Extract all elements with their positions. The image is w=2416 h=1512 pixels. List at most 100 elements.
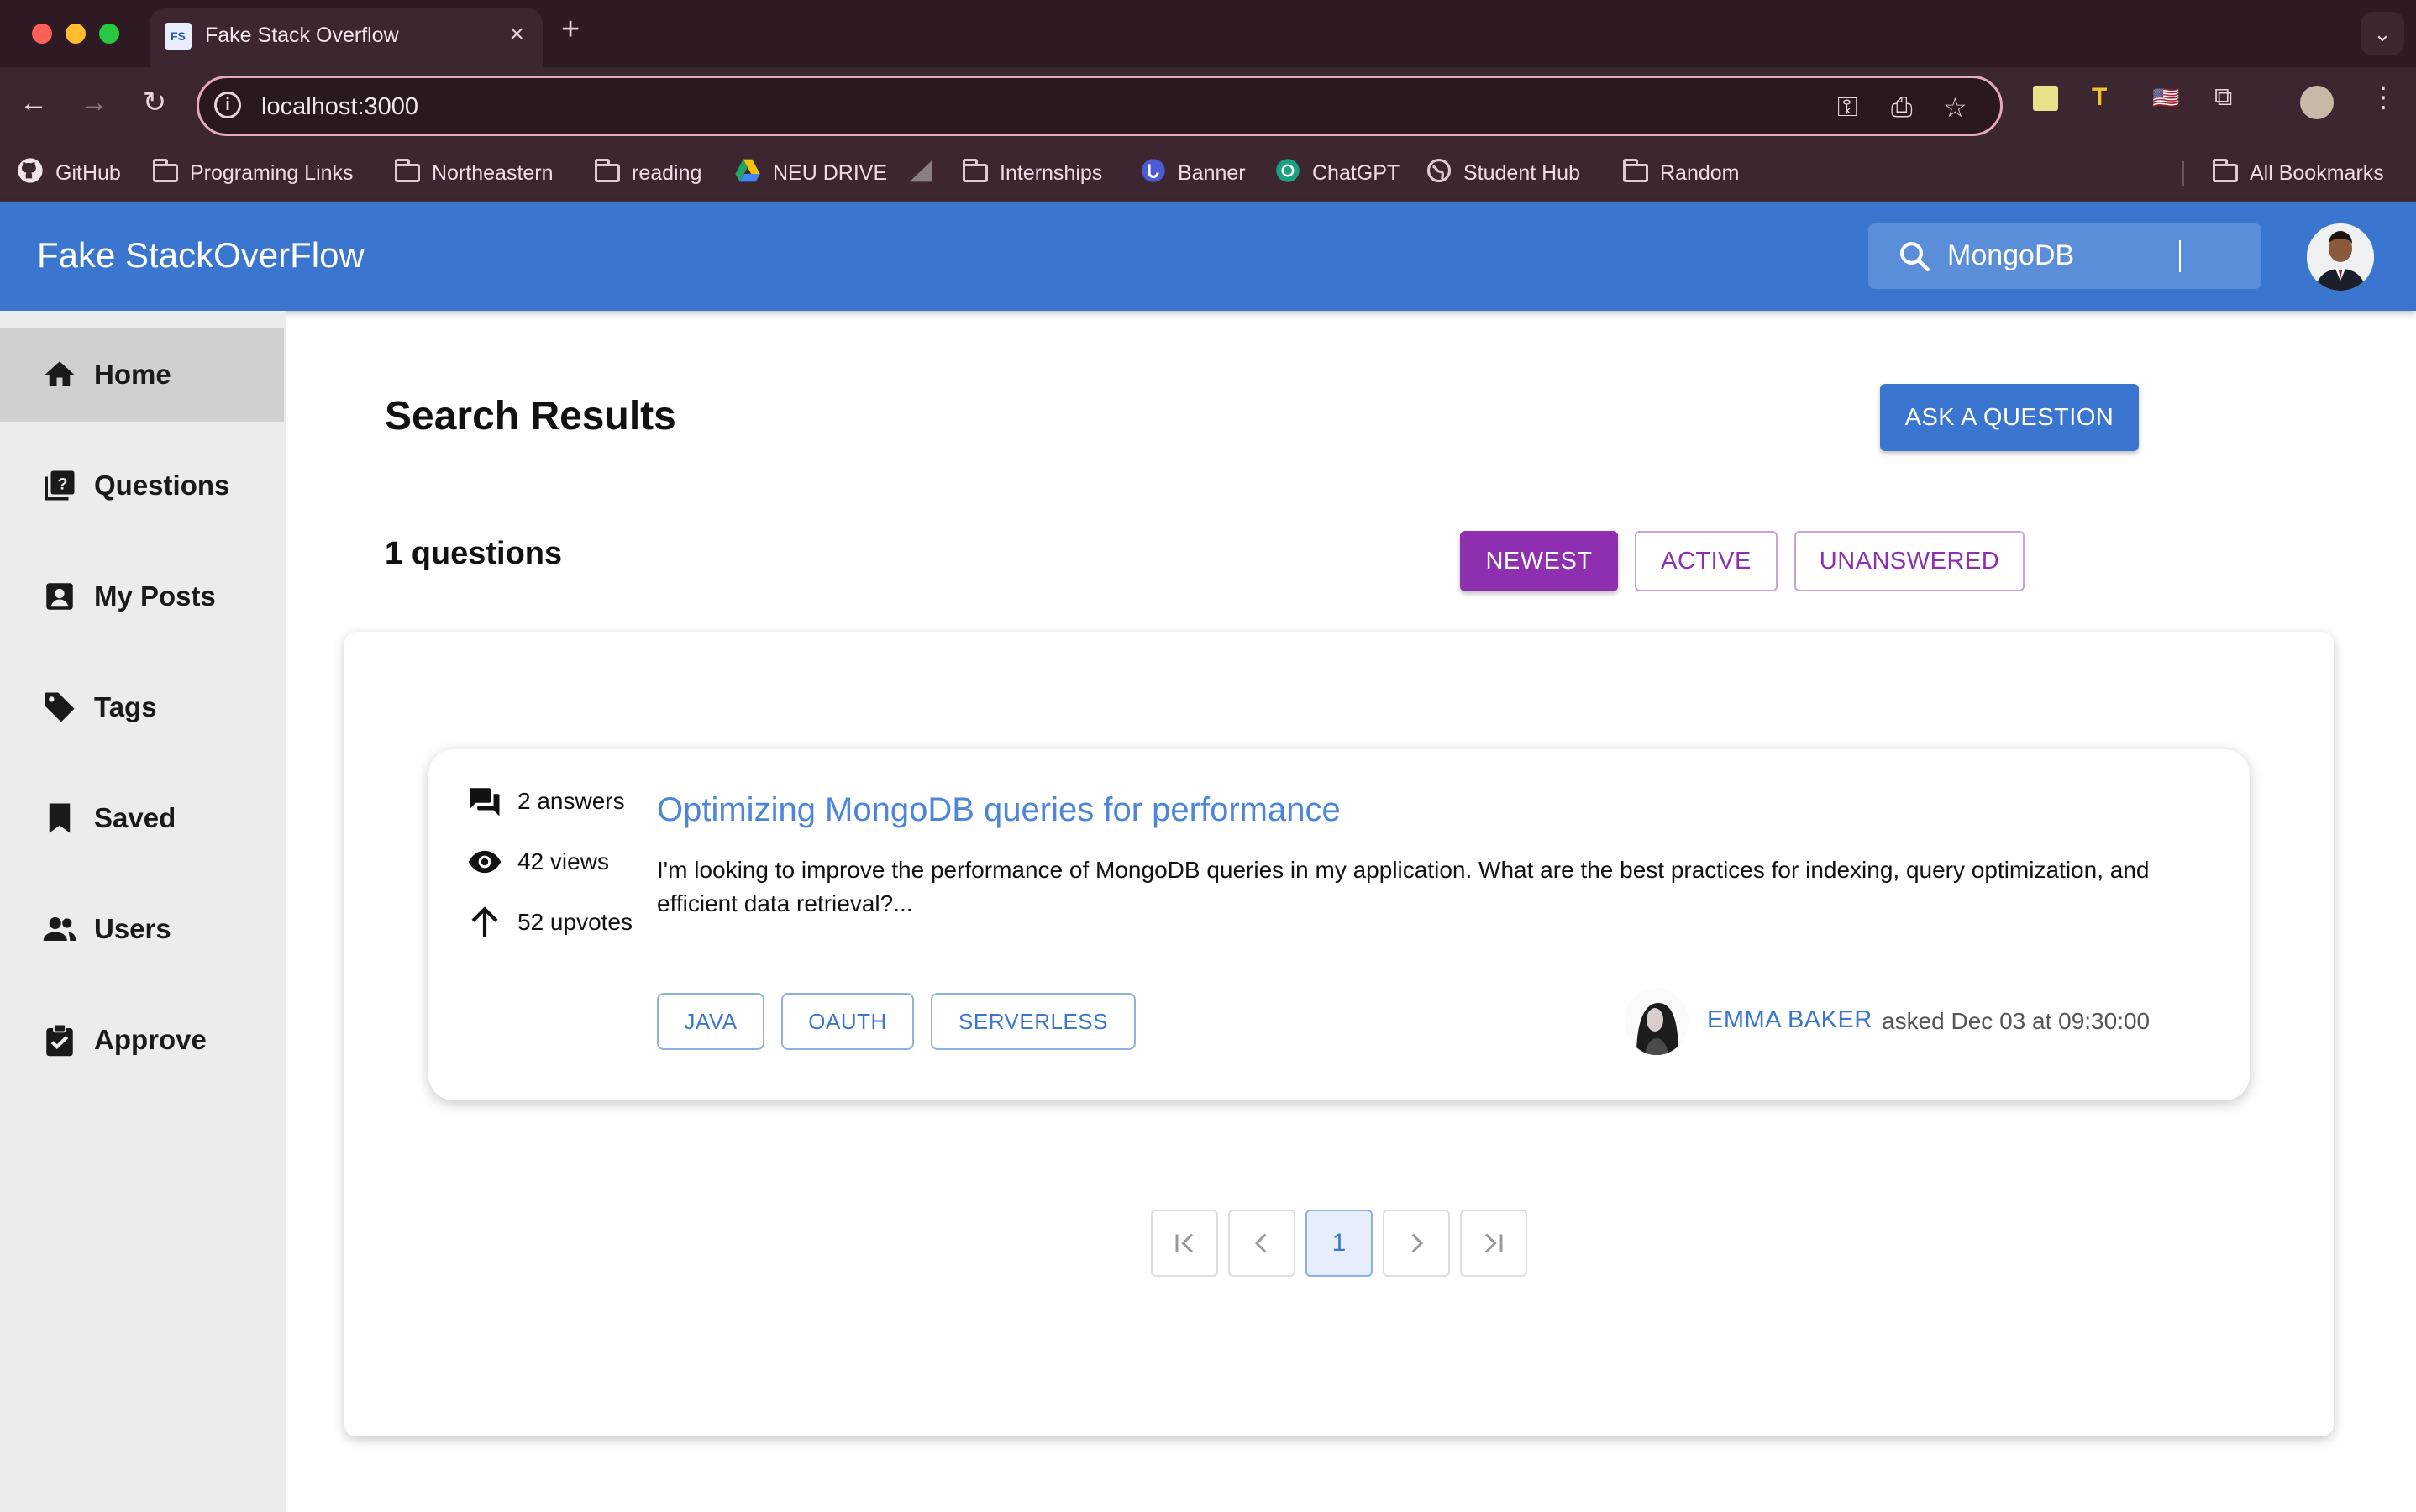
tab-close-icon[interactable]: × [509, 20, 524, 49]
bookmark-github[interactable]: GitHub [17, 156, 121, 190]
notes-extension-icon[interactable] [2033, 86, 2058, 111]
last-page-button[interactable] [1460, 1210, 1527, 1277]
chevron-left-icon [1254, 1233, 1267, 1253]
page-title: Search Results [385, 394, 676, 438]
profile-avatar-icon[interactable] [2300, 86, 2334, 119]
sidebar-item-home[interactable]: Home [0, 328, 284, 422]
sidebar-item-questions[interactable]: ? Questions [0, 438, 284, 533]
sidebar-item-label: Approve [94, 1024, 207, 1055]
sidebar-item-label: My Posts [94, 580, 216, 612]
reload-icon[interactable]: ↻ [136, 84, 173, 121]
banner-icon [1141, 158, 1166, 189]
bookmark-neu-drive[interactable]: NEU DRIVE [734, 156, 887, 190]
my-posts-icon [46, 583, 73, 610]
search-box[interactable] [1868, 223, 2261, 289]
sort-active-button[interactable]: ACTIVE [1635, 531, 1778, 591]
asked-timestamp: asked Dec 03 at 09:30:00 [1882, 1008, 2151, 1034]
sidebar-item-saved[interactable]: Saved [0, 771, 284, 865]
next-page-button[interactable] [1383, 1210, 1450, 1277]
app-title[interactable]: Fake StackOverFlow [37, 235, 365, 276]
bookmark-label: Northeastern [432, 160, 554, 185]
question-title-link[interactable]: Optimizing MongoDB queries for performan… [657, 791, 1341, 829]
text-extension-icon[interactable]: T [2092, 81, 2107, 114]
github-icon [17, 157, 44, 190]
sidebar-item-label: Users [94, 913, 171, 944]
chevron-right-icon [1411, 1233, 1424, 1253]
sidebar-item-tags[interactable]: Tags [0, 660, 284, 754]
bookmark-label: Banner [1178, 160, 1246, 185]
bookmark-student-hub[interactable]: Student Hub [1426, 156, 1580, 190]
bookmark-label: NEU DRIVE [773, 160, 888, 185]
maximize-window-button[interactable] [99, 24, 119, 44]
browser-tab[interactable]: FS Fake Stack Overflow × [150, 8, 543, 67]
forward-icon[interactable]: → [76, 84, 113, 121]
bookmark-northeastern[interactable]: Northeastern [395, 156, 554, 190]
folder-icon [395, 159, 420, 182]
sidebar-item-label: Home [94, 359, 171, 390]
sidebar-item-approve[interactable]: Approve [0, 993, 284, 1087]
tag-chip[interactable]: SERVERLESS [931, 993, 1136, 1050]
bookmark-label: reading [632, 160, 702, 185]
sidebar-item-my-posts[interactable]: My Posts [0, 549, 284, 643]
sidebar-item-label: Saved [94, 802, 176, 833]
sort-newest-button[interactable]: NEWEST [1460, 531, 1618, 591]
bookmark-chart[interactable] [907, 156, 946, 190]
tag-icon [45, 692, 75, 722]
browser-menu-icon[interactable]: ⋮ [2369, 81, 2398, 114]
home-icon [45, 361, 75, 386]
bookmark-icon [49, 803, 71, 833]
author-avatar[interactable] [1625, 988, 1689, 1055]
bookmark-label: ChatGPT [1312, 160, 1400, 185]
bookmark-internships[interactable]: Internships [963, 156, 1102, 190]
user-avatar[interactable] [2307, 223, 2374, 291]
folder-icon [963, 159, 988, 182]
last-page-icon [1484, 1233, 1503, 1253]
bookmark-label: GitHub [55, 160, 121, 185]
bookmark-label: Programing Links [190, 160, 354, 185]
bookmark-banner[interactable]: Banner [1141, 156, 1246, 190]
browser-toolbar: ← → ↻ i localhost:3000 ⚿ ⎙ ☆ T 🇺🇸 ⧉ ⋮ [0, 67, 2416, 144]
sort-unanswered-button[interactable]: UNANSWERED [1794, 531, 2025, 591]
bookmark-reading[interactable]: reading [595, 156, 701, 190]
chart-bookmark-icon [907, 158, 934, 189]
answers-count: 2 answers [517, 788, 625, 814]
back-icon[interactable]: ← [15, 84, 52, 121]
close-window-button[interactable] [32, 24, 52, 44]
tab-search-chevron-icon[interactable]: ⌄ [2361, 12, 2404, 55]
sidebar-item-users[interactable]: Users [0, 882, 284, 976]
svg-text:?: ? [58, 475, 68, 493]
extensions-puzzle-icon[interactable]: ⧉ [2214, 81, 2232, 114]
all-bookmarks[interactable]: All Bookmarks [2213, 156, 2384, 190]
address-bar[interactable]: i localhost:3000 ⚿ ⎙ ☆ [197, 76, 2003, 136]
upvotes-count: 52 upvotes [517, 909, 633, 935]
question-excerpt: I'm looking to improve the performance o… [657, 857, 2150, 916]
page-1-button[interactable]: 1 [1305, 1210, 1373, 1277]
folder-icon [1623, 159, 1648, 182]
bookmark-programing-links[interactable]: Programing Links [153, 156, 354, 190]
tag-chip[interactable]: OAUTH [781, 993, 914, 1050]
upvotes-stat: 52 upvotes [467, 906, 633, 939]
search-input[interactable] [1947, 237, 2233, 274]
bookmark-chatgpt[interactable]: ChatGPT [1275, 156, 1400, 190]
install-app-icon[interactable]: ⎙ [1891, 92, 1913, 123]
eye-icon [468, 850, 502, 874]
previous-page-button[interactable] [1228, 1210, 1295, 1277]
sidebar: Home ? Questions My Posts Tags Saved Use… [0, 311, 286, 1512]
url-text: localhost:3000 [261, 93, 419, 120]
author-name-link[interactable]: EMMA BAKER [1707, 1006, 1872, 1034]
minimize-window-button[interactable] [66, 24, 86, 44]
chatgpt-icon [1275, 158, 1300, 189]
bookmark-star-icon[interactable]: ☆ [1943, 92, 1967, 123]
new-tab-icon[interactable]: + [561, 12, 580, 48]
ask-question-button[interactable]: ASK A QUESTION [1880, 384, 2139, 451]
password-key-icon[interactable]: ⚿ [1837, 92, 1857, 123]
flag-extension-icon[interactable]: 🇺🇸 [2152, 81, 2179, 114]
sidebar-item-label: Questions [94, 470, 230, 501]
question-card[interactable]: 2 answers 42 views 52 upvotes Optimizing… [428, 749, 2250, 1100]
tag-chip[interactable]: JAVA [657, 993, 764, 1050]
first-page-button[interactable] [1151, 1210, 1218, 1277]
answers-stat: 2 answers [467, 785, 625, 818]
site-info-icon[interactable]: i [214, 92, 241, 118]
questions-icon: ? [45, 470, 75, 501]
bookmark-random[interactable]: Random [1623, 156, 1740, 190]
